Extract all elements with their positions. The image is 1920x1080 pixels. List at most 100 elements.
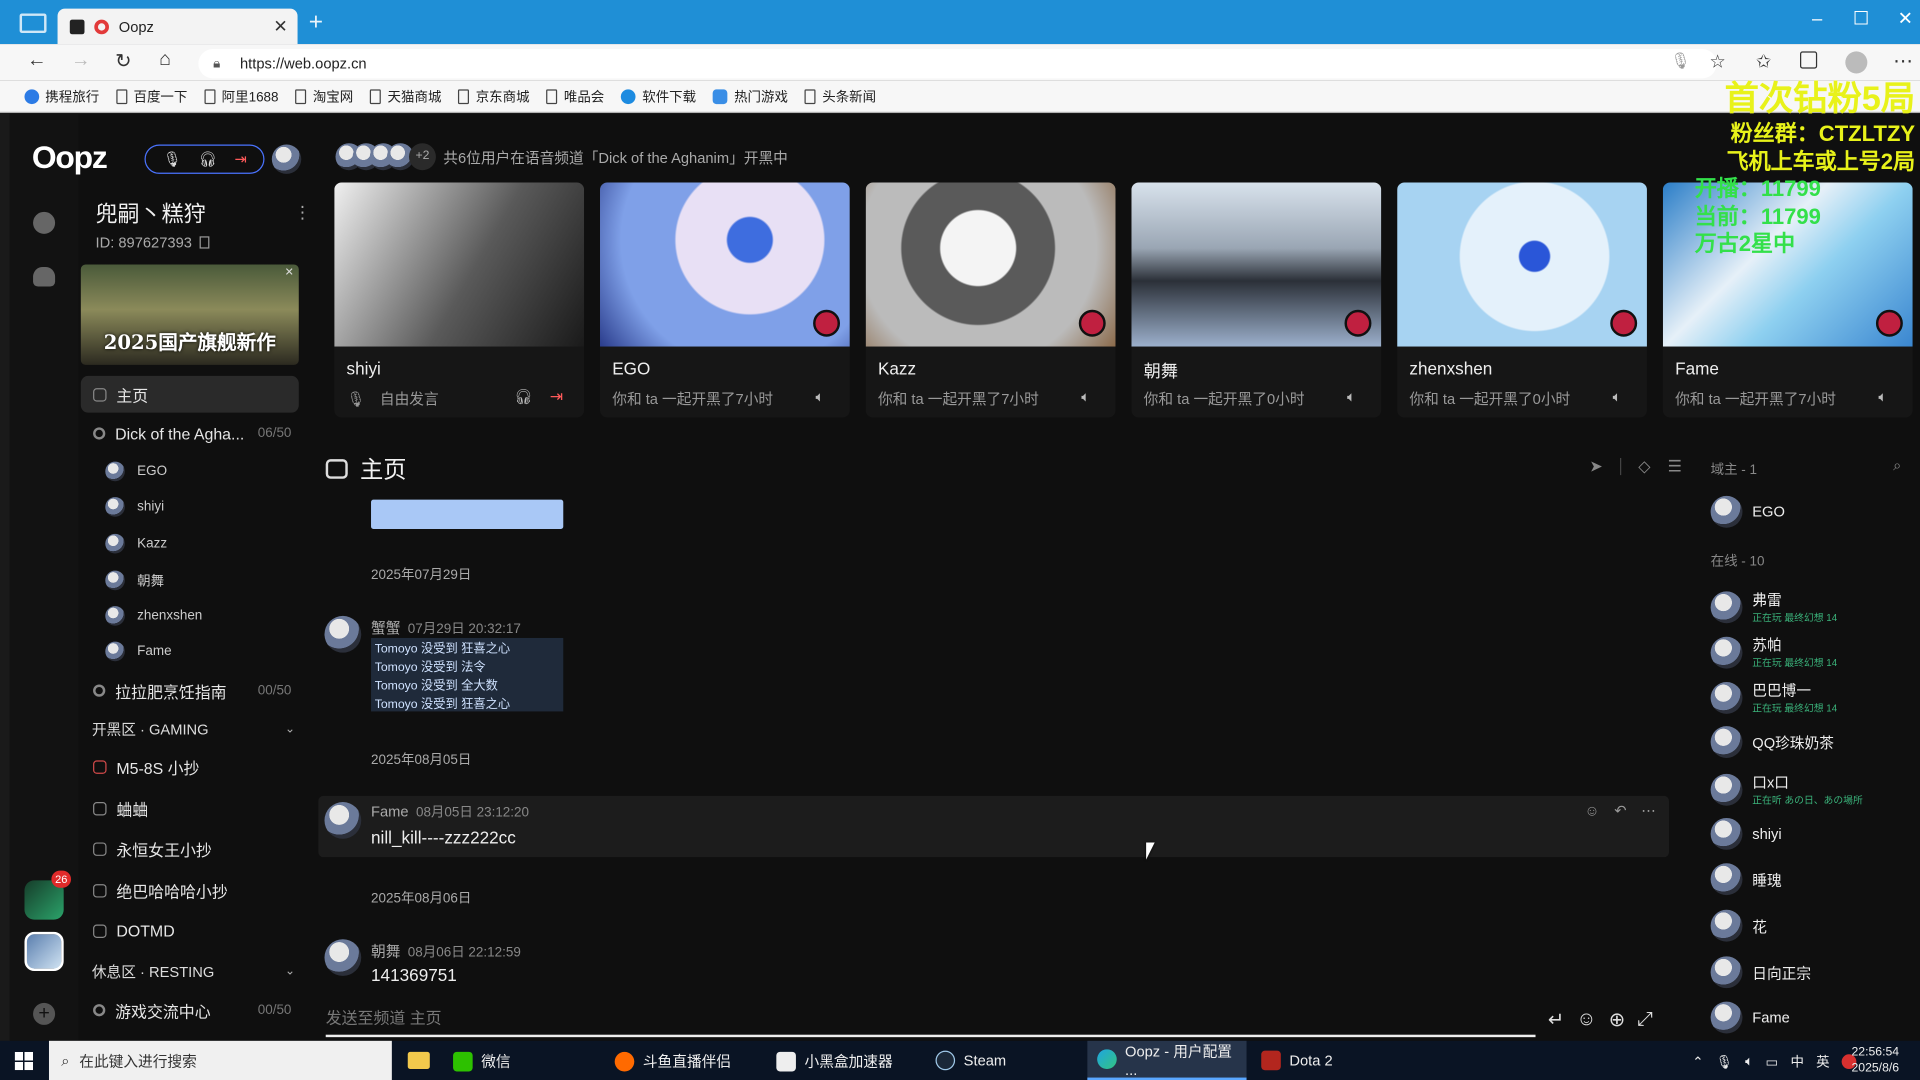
avatar[interactable] bbox=[324, 615, 362, 653]
volume-icon[interactable]: 🔈︎ bbox=[816, 388, 833, 405]
mic-icon[interactable]: 🎙︎ bbox=[1670, 51, 1690, 71]
bookmark-item[interactable]: 唯品会 bbox=[546, 86, 604, 106]
favorites-list-icon[interactable]: ✩ bbox=[1756, 50, 1771, 72]
tray-ime-mode-icon[interactable]: 中 bbox=[1790, 1052, 1803, 1072]
emoji-icon[interactable]: ☺ bbox=[1576, 1009, 1596, 1031]
tab-close-icon[interactable]: ✕ bbox=[273, 16, 287, 37]
volume-icon[interactable]: 🔈︎ bbox=[1613, 388, 1630, 405]
voice-member-item[interactable]: Kazz bbox=[105, 533, 167, 554]
bookmark-item[interactable]: 淘宝网 bbox=[295, 86, 353, 106]
taskbar-app[interactable]: 小黑盒加速器 bbox=[776, 1051, 893, 1072]
message-composer[interactable]: 发送至频道 主页 bbox=[325, 1003, 1536, 1038]
reply-icon[interactable]: ↶ bbox=[1614, 802, 1626, 819]
voice-member-item[interactable]: EGO bbox=[105, 461, 167, 482]
server-icon-current[interactable] bbox=[24, 931, 64, 972]
voice-card[interactable]: Kazz 你和 ta 一起开黑了7小时 🔈︎ bbox=[865, 182, 1116, 418]
file-explorer-icon[interactable] bbox=[407, 1051, 430, 1069]
voice-card[interactable]: 朝舞 你和 ta 一起开黑了0小时 🔈︎ bbox=[1131, 182, 1382, 418]
headset-icon[interactable]: 🎧︎ bbox=[514, 388, 533, 405]
author-name[interactable]: Fame bbox=[371, 803, 409, 820]
voice-member-item[interactable]: zhenxshen bbox=[105, 606, 202, 626]
user-avatar[interactable] bbox=[271, 144, 302, 174]
browser-tab[interactable]: Oopz ✕ bbox=[57, 8, 298, 45]
add-server-icon[interactable]: + bbox=[33, 1002, 56, 1025]
voice-card[interactable]: shiyi 🎙︎ 自由发言 🎧︎ ⇥ bbox=[334, 182, 585, 418]
voice-card[interactable]: zhenxshen 你和 ta 一起开黑了0小时 🔈︎ bbox=[1397, 182, 1647, 418]
bookmark-item[interactable]: 软件下载 bbox=[621, 86, 696, 106]
avatar[interactable] bbox=[324, 939, 362, 976]
profile-icon[interactable] bbox=[1845, 51, 1868, 74]
send-icon[interactable]: ➤ bbox=[1589, 457, 1602, 477]
leave-voice-icon[interactable]: ⇥ bbox=[234, 151, 246, 168]
member-item[interactable]: 口x口 正在听 あの日、あの場所 bbox=[1710, 771, 1863, 807]
url-input[interactable]: 🔒︎ https://web.oopz.cn bbox=[198, 48, 1717, 79]
volume-icon[interactable]: 🔈︎ bbox=[1081, 388, 1098, 405]
member-item[interactable]: QQ珍珠奶茶 bbox=[1710, 726, 1834, 758]
voice-member-item[interactable]: Fame bbox=[105, 641, 172, 662]
maximize-button[interactable]: ☐ bbox=[1849, 7, 1873, 31]
minimize-button[interactable]: – bbox=[1805, 7, 1829, 31]
banner-close-icon[interactable]: ✕ bbox=[285, 266, 294, 279]
text-channel-item[interactable]: M5-8S 小抄 bbox=[81, 748, 299, 785]
member-item[interactable]: shiyi bbox=[1710, 817, 1782, 850]
bookmark-item[interactable]: 携程旅行 bbox=[24, 86, 99, 106]
leave-icon[interactable]: ⇥ bbox=[550, 387, 563, 407]
member-item[interactable]: 日向正宗 bbox=[1710, 956, 1811, 989]
taskbar-app-active[interactable]: Oopz - 用户配置 ... bbox=[1087, 1040, 1247, 1080]
collections-icon[interactable] bbox=[1800, 51, 1818, 69]
enter-icon[interactable]: ↵ bbox=[1548, 1008, 1564, 1032]
plus-icon[interactable]: ⊕ bbox=[1609, 1008, 1625, 1032]
text-channel-item[interactable]: 永恒女王小抄 bbox=[81, 830, 299, 867]
author-name[interactable]: 蟹蟹 bbox=[371, 617, 400, 638]
more-icon[interactable]: ⋯ bbox=[1641, 802, 1656, 819]
expand-icon[interactable]: ⤢ bbox=[1637, 1009, 1653, 1031]
image-attachment[interactable] bbox=[371, 499, 564, 529]
member-item[interactable]: Fame bbox=[1710, 1001, 1790, 1034]
start-icon[interactable] bbox=[14, 1051, 34, 1071]
back-icon[interactable]: ← bbox=[27, 50, 47, 72]
member-item[interactable]: 巴巴博一 正在玩 最终幻想 14 bbox=[1710, 680, 1837, 716]
voice-channel-dick[interactable]: Dick of the Agha... 06/50 bbox=[81, 415, 299, 452]
taskbar-app[interactable]: 斗鱼直播伴侣 bbox=[614, 1051, 731, 1072]
volume-icon[interactable]: 🔈︎ bbox=[1347, 388, 1364, 405]
taskbar-app[interactable]: Dota 2 bbox=[1261, 1050, 1333, 1071]
avatar[interactable] bbox=[324, 802, 362, 839]
member-item[interactable]: 花 bbox=[1710, 909, 1767, 942]
headset-icon[interactable]: 🎧︎ bbox=[199, 151, 218, 168]
member-item[interactable]: 睡瑰 bbox=[1710, 863, 1782, 896]
tag-icon[interactable]: ◇ bbox=[1638, 457, 1650, 477]
text-channel-item[interactable]: 蛐蛐 bbox=[81, 790, 299, 827]
tray-volume-icon[interactable]: 🔈︎ bbox=[1745, 1054, 1753, 1070]
bookmark-item[interactable]: 百度一下 bbox=[116, 86, 187, 106]
member-item[interactable]: EGO bbox=[1710, 495, 1785, 528]
tray-chevron-icon[interactable]: ⌃ bbox=[1692, 1054, 1703, 1070]
close-window-button[interactable]: ✕ bbox=[1893, 7, 1917, 31]
voice-channel-cooking[interactable]: 拉拉肥烹饪指南 00/50 bbox=[81, 672, 299, 709]
text-channel-item[interactable]: DOTMD bbox=[81, 912, 299, 949]
volume-icon[interactable]: 🔈︎ bbox=[1878, 388, 1895, 405]
clock[interactable]: 22:56:54 2025/8/6 bbox=[1851, 1044, 1899, 1076]
list-icon[interactable]: ☰ bbox=[1668, 457, 1682, 477]
voice-member-item[interactable]: 朝舞 bbox=[105, 570, 164, 591]
taskbar-search[interactable]: ⌕ 在此键入进行搜索 bbox=[48, 1040, 392, 1080]
bookmark-item[interactable]: 阿里1688 bbox=[204, 86, 279, 106]
new-tab-button[interactable]: + bbox=[304, 10, 328, 35]
taskbar-app[interactable]: Steam bbox=[935, 1050, 1006, 1071]
message-image[interactable]: Tomoyo 没受到 狂喜之心 Tomoyo 没受到 法令 Tomoyo 没受到… bbox=[371, 637, 564, 712]
tray-network-icon[interactable]: ▭ bbox=[1765, 1054, 1778, 1070]
voice-member-item[interactable]: shiyi bbox=[105, 497, 164, 517]
bookmark-item[interactable]: 京东商城 bbox=[458, 86, 530, 106]
bookmark-item[interactable]: 热门游戏 bbox=[713, 86, 788, 106]
nav-home[interactable]: 主页 bbox=[80, 375, 299, 413]
group-gaming[interactable]: 开黑区 · GAMING ⌄ bbox=[92, 719, 295, 740]
chat-icon[interactable] bbox=[33, 266, 56, 287]
forward-icon[interactable]: → bbox=[71, 50, 91, 72]
voice-channel-game-chat[interactable]: 游戏交流中心 00/50 bbox=[81, 992, 299, 1029]
server-banner[interactable]: ✕ 2025国产旗舰新作 bbox=[80, 264, 299, 365]
tray-ime-label[interactable]: 英 bbox=[1816, 1052, 1829, 1072]
bookmark-item[interactable]: 天猫商城 bbox=[370, 86, 441, 106]
taskbar-app[interactable]: 微信 bbox=[453, 1051, 511, 1072]
favorite-icon[interactable]: ☆ bbox=[1709, 50, 1725, 72]
react-icon[interactable]: ☺ bbox=[1585, 802, 1600, 819]
copy-icon[interactable] bbox=[199, 236, 210, 249]
